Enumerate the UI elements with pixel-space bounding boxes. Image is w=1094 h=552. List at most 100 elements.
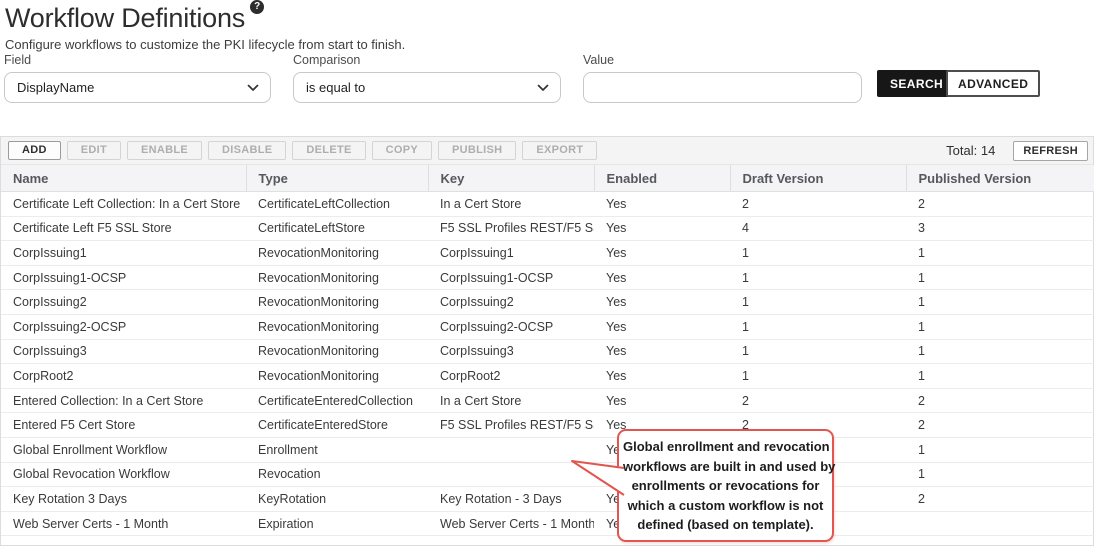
table-row[interactable]: Entered F5 Cert StoreCertificateEnteredS…	[1, 413, 1094, 438]
cell-draft-version: 1	[730, 339, 906, 364]
value-label: Value	[583, 53, 862, 67]
toolbar-button-edit: EDIT	[67, 141, 121, 160]
cell-key: CorpIssuing2	[428, 290, 594, 315]
table-row[interactable]: CorpIssuing1RevocationMonitoringCorpIssu…	[1, 241, 1094, 266]
table-row[interactable]: Global Revocation WorkflowRevocationYes1	[1, 462, 1094, 487]
column-header-key[interactable]: Key	[428, 165, 594, 192]
table-row[interactable]: Key Rotation 3 DaysKeyRotationKey Rotati…	[1, 487, 1094, 512]
cell-key: Web Server Certs - 1 Month …	[428, 511, 594, 536]
column-header-type[interactable]: Type	[246, 165, 428, 192]
column-header-published-version[interactable]: Published Version	[906, 165, 1094, 192]
table-row[interactable]: CorpIssuing2RevocationMonitoringCorpIssu…	[1, 290, 1094, 315]
page-title: Workflow Definitions?	[5, 0, 264, 34]
cell-name: Certificate Left F5 SSL Store	[1, 216, 246, 241]
cell-name: Key Rotation 3 Days	[1, 487, 246, 512]
callout-line: enrollments or revocations for	[623, 476, 828, 496]
search-button[interactable]: SEARCH	[877, 70, 956, 97]
cell-published-version: 2	[906, 413, 1094, 438]
value-group: Value	[583, 53, 862, 103]
table-row[interactable]: Certificate Left Collection: In a Cert S…	[1, 192, 1094, 217]
cell-published-version: 3	[906, 216, 1094, 241]
help-icon[interactable]: ?	[250, 0, 264, 14]
cell-published-version: 2	[906, 388, 1094, 413]
cell-published-version: 1	[906, 462, 1094, 487]
callout-tail-icon	[568, 455, 625, 501]
callout-line: which a custom workflow is not	[623, 496, 828, 516]
workflow-table: Name Type Key Enabled Draft Version Publ…	[1, 165, 1094, 536]
cell-draft-version: 1	[730, 364, 906, 389]
comparison-group: Comparison is equal to	[293, 53, 561, 103]
cell-published-version: 2	[906, 192, 1094, 217]
advanced-button[interactable]: ADVANCED	[946, 70, 1040, 97]
chevron-down-icon	[247, 84, 259, 92]
cell-enabled: Yes	[594, 364, 730, 389]
refresh-button[interactable]: REFRESH	[1013, 141, 1088, 161]
column-header-name[interactable]: Name	[1, 165, 246, 192]
cell-key: CorpIssuing2-OCSP	[428, 314, 594, 339]
callout-line: Global enrollment and revocation	[623, 437, 828, 457]
column-header-draft-version[interactable]: Draft Version	[730, 165, 906, 192]
cell-name: CorpIssuing3	[1, 339, 246, 364]
cell-draft-version: 1	[730, 290, 906, 315]
cell-key: In a Cert Store	[428, 192, 594, 217]
table-row[interactable]: Certificate Left F5 SSL StoreCertificate…	[1, 216, 1094, 241]
table-row[interactable]: CorpIssuing3RevocationMonitoringCorpIssu…	[1, 339, 1094, 364]
table-row[interactable]: Global Enrollment WorkflowEnrollmentYes1	[1, 437, 1094, 462]
comparison-select[interactable]: is equal to	[293, 72, 561, 103]
cell-published-version	[906, 511, 1094, 536]
field-select-value: DisplayName	[17, 80, 94, 95]
workflow-grid: ADDEDITENABLEDISABLEDELETECOPYPUBLISHEXP…	[0, 136, 1094, 546]
callout-line: workflows are built in and used by	[623, 457, 828, 477]
toolbar-button-add[interactable]: ADD	[8, 141, 61, 160]
field-group: Field DisplayName	[4, 53, 271, 103]
cell-type: Revocation	[246, 462, 428, 487]
field-label: Field	[4, 53, 271, 67]
table-row[interactable]: CorpRoot2RevocationMonitoringCorpRoot2Ye…	[1, 364, 1094, 389]
cell-enabled: Yes	[594, 339, 730, 364]
cell-type: RevocationMonitoring	[246, 339, 428, 364]
cell-type: Expiration	[246, 511, 428, 536]
cell-enabled: Yes	[594, 314, 730, 339]
cell-name: Global Revocation Workflow	[1, 462, 246, 487]
table-row[interactable]: Entered Collection: In a Cert StoreCerti…	[1, 388, 1094, 413]
page-subtitle: Configure workflows to customize the PKI…	[5, 37, 405, 52]
column-header-enabled[interactable]: Enabled	[594, 165, 730, 192]
callout-line: defined (based on template).	[623, 515, 828, 535]
table-row[interactable]: Web Server Certs - 1 MonthExpirationWeb …	[1, 511, 1094, 536]
toolbar-button-delete: DELETE	[292, 141, 365, 160]
cell-enabled: Yes	[594, 241, 730, 266]
comparison-select-value: is equal to	[306, 80, 365, 95]
cell-name: CorpIssuing1-OCSP	[1, 265, 246, 290]
cell-name: Entered F5 Cert Store	[1, 413, 246, 438]
annotation-callout: Global enrollment and revocationworkflow…	[617, 429, 834, 542]
cell-name: CorpRoot2	[1, 364, 246, 389]
cell-published-version: 1	[906, 241, 1094, 266]
cell-published-version: 1	[906, 314, 1094, 339]
toolbar-button-enable: ENABLE	[127, 141, 202, 160]
cell-enabled: Yes	[594, 192, 730, 217]
cell-name: Web Server Certs - 1 Month	[1, 511, 246, 536]
cell-draft-version: 4	[730, 216, 906, 241]
total-count: Total: 14	[946, 143, 995, 158]
cell-name: Certificate Left Collection: In a Cert S…	[1, 192, 246, 217]
cell-name: Global Enrollment Workflow	[1, 437, 246, 462]
table-header-row: Name Type Key Enabled Draft Version Publ…	[1, 165, 1094, 192]
toolbar-button-publish: PUBLISH	[438, 141, 516, 160]
cell-key: In a Cert Store	[428, 388, 594, 413]
field-select[interactable]: DisplayName	[4, 72, 271, 103]
cell-published-version: 1	[906, 265, 1094, 290]
cell-key: CorpIssuing1-OCSP	[428, 265, 594, 290]
cell-key: CorpRoot2	[428, 364, 594, 389]
cell-type: CertificateLeftCollection	[246, 192, 428, 217]
cell-enabled: Yes	[594, 388, 730, 413]
cell-name: Entered Collection: In a Cert Store	[1, 388, 246, 413]
cell-type: RevocationMonitoring	[246, 241, 428, 266]
cell-type: CertificateEnteredCollection	[246, 388, 428, 413]
grid-toolbar-buttons: ADDEDITENABLEDISABLEDELETECOPYPUBLISHEXP…	[8, 141, 597, 160]
table-row[interactable]: CorpIssuing2-OCSPRevocationMonitoringCor…	[1, 314, 1094, 339]
cell-key: F5 SSL Profiles REST/F5 SSL	[428, 216, 594, 241]
cell-type: RevocationMonitoring	[246, 364, 428, 389]
table-row[interactable]: CorpIssuing1-OCSPRevocationMonitoringCor…	[1, 265, 1094, 290]
cell-draft-version: 2	[730, 388, 906, 413]
value-input[interactable]	[583, 72, 862, 103]
